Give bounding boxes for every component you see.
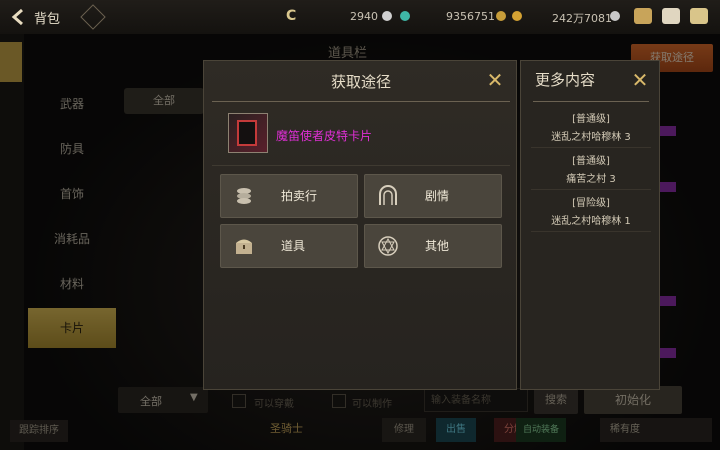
close-icon[interactable]: ✕ xyxy=(629,69,651,91)
mail-icon[interactable] xyxy=(662,8,680,24)
source-story-button[interactable]: 剧情 xyxy=(364,174,502,218)
divider xyxy=(533,101,649,102)
source-auction-button[interactable]: 拍卖行 xyxy=(220,174,358,218)
silver-icon xyxy=(610,11,620,21)
page-title: 背包 xyxy=(34,12,61,27)
diamond-icon xyxy=(382,11,392,21)
source-other-button[interactable]: 其他 xyxy=(364,224,502,268)
divider xyxy=(212,101,510,102)
gold-coin-icon xyxy=(512,11,522,21)
card-item-icon[interactable] xyxy=(228,113,268,153)
dungeon-name: 迷乱之村哈穆林 3 xyxy=(551,132,631,143)
gate-icon xyxy=(379,185,397,205)
dungeon-name: 痛苦之村 3 xyxy=(566,174,616,185)
source-label: 拍卖行 xyxy=(281,189,318,203)
panel-title: 更多内容 xyxy=(535,71,596,89)
difficulty-label: [普通级] xyxy=(572,114,610,125)
divider xyxy=(212,165,510,166)
source-item-button[interactable]: 道具 xyxy=(220,224,358,268)
difficulty-label: [普通级] xyxy=(572,156,610,167)
back-arrow-icon[interactable] xyxy=(8,6,30,28)
source-label: 其他 xyxy=(425,239,450,253)
treasure-chest-icon xyxy=(236,239,252,254)
currency-2-value: 9356751 xyxy=(446,10,495,23)
source-label: 道具 xyxy=(281,239,306,253)
item-name: 魔笛使者皮特卡片 xyxy=(276,129,373,143)
coin-stack-icon xyxy=(237,188,251,204)
crown-icon[interactable] xyxy=(634,8,652,24)
list-item[interactable]: [普通级] 痛苦之村 3 xyxy=(531,149,651,190)
currency-symbol: C xyxy=(286,8,297,24)
chat-icon[interactable] xyxy=(690,8,708,24)
more-content-panel: 更多内容 ✕ [普通级] 迷乱之村哈穆林 3 [普通级] 痛苦之村 3 [冒险级… xyxy=(520,60,660,390)
currency-1-value: 2940 xyxy=(350,10,378,23)
acquire-path-dialog: 获取途径 ✕ 魔笛使者皮特卡片 拍卖行 剧情 道具 其他 xyxy=(203,60,517,390)
dialog-title: 获取途径 xyxy=(330,73,391,91)
close-icon[interactable]: ✕ xyxy=(484,69,506,91)
difficulty-label: [冒险级] xyxy=(572,198,610,209)
card-art xyxy=(237,120,257,146)
gear-coin-icon xyxy=(496,11,506,21)
dungeon-name: 迷乱之村哈穆林 1 xyxy=(551,216,631,227)
list-item[interactable]: [普通级] 迷乱之村哈穆林 3 xyxy=(531,107,651,148)
star-circle-icon xyxy=(378,236,398,256)
source-label: 剧情 xyxy=(425,189,450,203)
crystal-icon xyxy=(400,11,410,21)
list-item[interactable]: [冒险级] 迷乱之村哈穆林 1 xyxy=(531,191,651,232)
currency-3-value: 242万7081 xyxy=(552,12,612,25)
